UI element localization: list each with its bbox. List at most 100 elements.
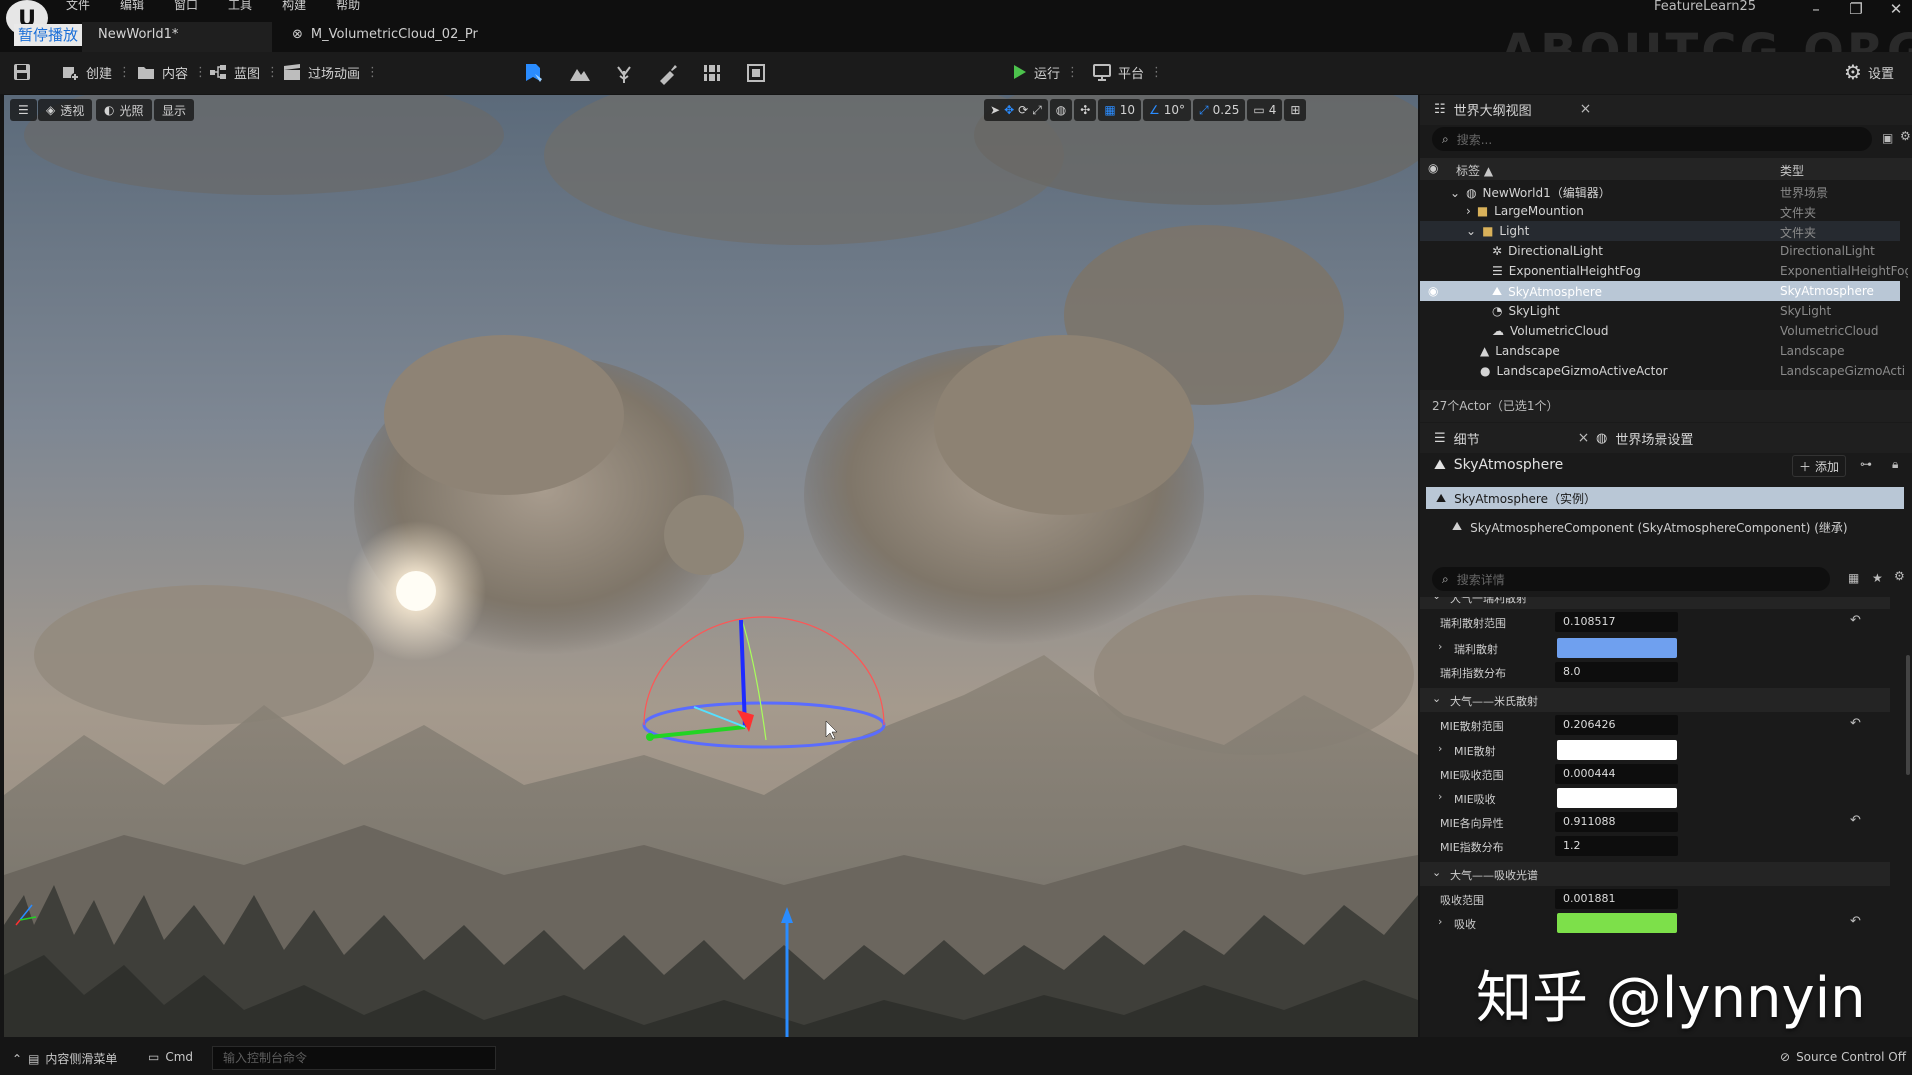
viewport-menu-button[interactable]: ☰ [10, 99, 37, 121]
absorption-section[interactable]: ⌄ 大气——吸收光谱 [1420, 862, 1890, 886]
lock-icon[interactable]: 🔒︎ [1892, 457, 1898, 472]
color-swatch[interactable] [1557, 788, 1677, 808]
mie-section[interactable]: ⌄ 大气——米氏散射 [1420, 688, 1890, 712]
chevron-right-icon[interactable]: › [1466, 204, 1471, 218]
details-search-input[interactable]: ⌕ 搜索详情 [1432, 567, 1830, 591]
scale-snap-button[interactable]: ⤢ 0.25 [1193, 99, 1246, 121]
chevron-right-icon[interactable]: › [1438, 915, 1442, 928]
reset-icon[interactable]: ↶ [1850, 613, 1861, 628]
reset-icon[interactable]: ↶ [1850, 813, 1861, 828]
platform-button[interactable]: 平台 ⋮ [1092, 59, 1163, 85]
chevron-down-icon[interactable]: ⌄ [1466, 224, 1476, 238]
eye-icon[interactable]: ◉ [1428, 161, 1438, 175]
outliner-row[interactable]: ▲ Landscape Landscape [1420, 341, 1900, 361]
close-icon[interactable]: × [1580, 101, 1592, 117]
property-value-input[interactable]: 1.2 [1555, 836, 1678, 856]
column-type[interactable]: 类型 [1780, 162, 1804, 179]
outliner-row[interactable]: ☁ VolumetricCloud VolumetricCloud [1420, 321, 1900, 341]
outliner-row[interactable]: ⌄ ◍ NewWorld1（编辑器） 世界场景 [1420, 181, 1900, 201]
create-button[interactable]: 创建 ⋮ [60, 59, 131, 85]
outliner-row[interactable]: ● LandscapeGizmoActiveActor LandscapeGizm… [1420, 361, 1905, 381]
outliner-row[interactable]: ✲ DirectionalLight DirectionalLight [1420, 241, 1900, 261]
content-button[interactable]: 内容 ⋮ [136, 59, 207, 85]
property-value-input[interactable]: 0.001881 [1555, 889, 1678, 909]
fracture-mode-icon[interactable] [700, 61, 724, 85]
reset-icon[interactable]: ↶ [1850, 716, 1861, 731]
blueprint-button[interactable]: 蓝图 ⋮ [208, 59, 279, 85]
tab-details[interactable]: ☰ 细节 × [1434, 424, 1589, 452]
run-button[interactable]: 运行 ⋮ [1010, 59, 1079, 85]
world-local-toggle[interactable]: ◍ [1049, 99, 1073, 121]
tab-newworld[interactable]: NewWorld1* [82, 22, 272, 52]
rayleigh-section[interactable]: ⌄ 大气一瑞利散射 [1420, 597, 1890, 609]
landscape-mode-icon[interactable] [568, 61, 592, 85]
menu-file[interactable]: 文件 [66, 0, 90, 14]
settings-button[interactable]: ⚙ 设置 [1844, 59, 1894, 85]
outliner-row-selected[interactable]: ◉ ⛰ SkyAtmosphere SkyAtmosphere [1420, 281, 1900, 301]
outliner-row[interactable]: › ■ LargeMountion 文件夹 [1420, 201, 1900, 221]
property-value-input[interactable]: 8.0 [1555, 662, 1678, 682]
outliner-search-input[interactable]: ⌕ 搜索... [1432, 127, 1872, 151]
menu-tools[interactable]: 工具 [228, 0, 252, 14]
menu-help[interactable]: 帮助 [336, 0, 360, 14]
minimize-icon[interactable]: – [1806, 0, 1826, 18]
chevron-right-icon[interactable]: › [1438, 640, 1442, 653]
modeling-mode-icon[interactable] [744, 61, 768, 85]
console-input[interactable]: 输入控制台命令 [212, 1046, 496, 1070]
column-label[interactable]: 标签 ▲ [1456, 162, 1493, 179]
mesh-paint-mode-icon[interactable] [656, 61, 680, 85]
pause-play-badge[interactable]: 暂停播放 [14, 24, 83, 46]
foliage-mode-icon[interactable] [612, 61, 636, 85]
outliner-row[interactable]: ⌄ ■ Light 文件夹 [1420, 221, 1900, 241]
property-value-input[interactable]: 0.911088 [1555, 812, 1678, 832]
color-swatch[interactable] [1557, 913, 1677, 933]
cinematics-button[interactable]: 过场动画 ⋮ [282, 59, 379, 85]
perspective-button[interactable]: ◈ 透视 [38, 99, 93, 121]
instance-row[interactable]: ⛰ SkyAtmosphere（实例） [1426, 487, 1904, 509]
cmd-button[interactable]: ▭ Cmd [148, 1050, 193, 1064]
reset-icon[interactable]: ↶ [1850, 914, 1861, 929]
outliner-row[interactable]: ☰ ExponentialHeightFog ExponentialHeightF… [1420, 261, 1908, 281]
source-control-button[interactable]: ⊘ Source Control Off [1780, 1050, 1906, 1064]
table-view-icon[interactable]: ▦ [1848, 571, 1859, 585]
rotation-snap-button[interactable]: ∠ 10° [1142, 99, 1192, 121]
close-icon[interactable]: × [1578, 430, 1590, 446]
restore-icon[interactable]: ❐ [1846, 0, 1866, 18]
viewport-layout-button[interactable]: ⊞ [1284, 99, 1307, 121]
star-icon[interactable]: ★ [1872, 571, 1883, 585]
component-row[interactable]: ⛰ SkyAtmosphereComponent (SkyAtmosphereC… [1452, 519, 1848, 536]
color-swatch[interactable] [1557, 740, 1677, 760]
outliner-settings-icon[interactable]: ⚙ [1900, 129, 1911, 143]
menu-edit[interactable]: 编辑 [120, 0, 144, 14]
add-component-button[interactable]: ＋添加 [1792, 455, 1847, 477]
property-value-input[interactable]: 0.108517 [1555, 612, 1678, 632]
save-button[interactable] [12, 59, 32, 85]
add-folder-icon[interactable]: ▣ [1882, 131, 1893, 145]
content-drawer-button[interactable]: ⌃ ▤ 内容侧滑菜单 [12, 1050, 117, 1067]
close-icon[interactable]: ✕ [1886, 0, 1906, 18]
outliner-row[interactable]: ◔ SkyLight SkyLight [1420, 301, 1900, 321]
surface-snap-toggle[interactable]: ✣ [1074, 99, 1097, 121]
eye-icon[interactable]: ◉ [1428, 284, 1438, 298]
show-button[interactable]: 显示 [154, 99, 195, 121]
camera-speed-button[interactable]: ▭ 4 [1247, 99, 1283, 121]
property-value-input[interactable]: 0.206426 [1555, 715, 1678, 735]
select-mode-icon[interactable] [522, 61, 546, 85]
blueprint-icon[interactable]: ⊶ [1860, 457, 1872, 471]
chevron-down-icon[interactable]: ⌄ [1450, 186, 1460, 200]
transform-mode-group[interactable]: ➤ ✥ ⟳ ⤢ [984, 99, 1048, 121]
color-swatch[interactable] [1557, 638, 1677, 658]
menu-window[interactable]: 窗口 [174, 0, 198, 14]
details-settings-icon[interactable]: ⚙ [1894, 569, 1905, 583]
chevron-right-icon[interactable]: › [1438, 790, 1442, 803]
grid-snap-button[interactable]: ▦ 10 [1098, 99, 1141, 121]
details-scrollbar[interactable] [1906, 655, 1910, 775]
tab-material[interactable]: ⊗ M_VolumetricCloud_02_Pr [282, 22, 542, 52]
property-value-input[interactable]: 0.000444 [1555, 764, 1678, 784]
tab-world-settings[interactable]: ◍ 世界场景设置 [1596, 424, 1693, 452]
chevron-right-icon[interactable]: › [1438, 742, 1442, 755]
tab-outliner[interactable]: ☷ 世界大纲视图 × [1434, 95, 1591, 123]
level-viewport[interactable]: ☰ ◈ 透视 ◐ 光照 显示 ➤ ✥ ⟳ ⤢ ◍ ✣ ▦ 10 ∠ 10° ⤢ 0.25 … [4, 95, 1418, 1037]
lighting-button[interactable]: ◐ 光照 [96, 99, 152, 121]
menu-build[interactable]: 构建 [282, 0, 306, 14]
